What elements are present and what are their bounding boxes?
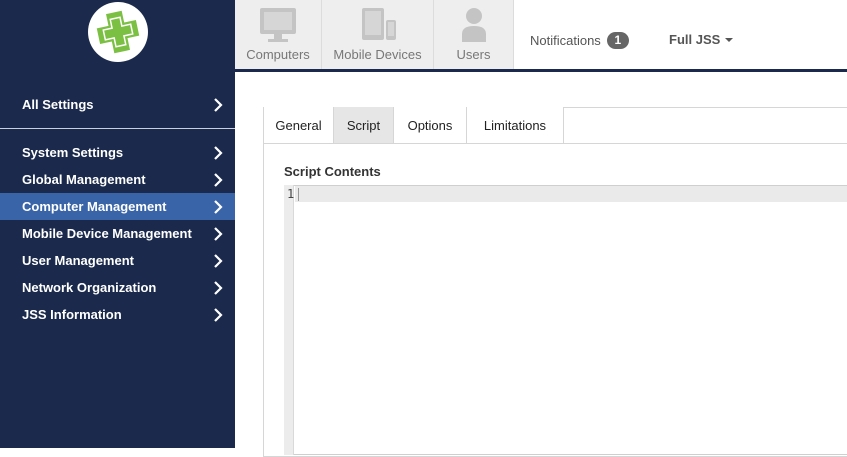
sidebar-item-network-organization[interactable]: Network Organization <box>0 274 235 301</box>
sidebar-item-label: Computer Management <box>22 199 167 214</box>
tab-label: Options <box>407 117 453 133</box>
tab-limitations[interactable]: Limitations <box>467 107 564 143</box>
editor-active-line <box>295 186 847 202</box>
nav-tile-computers[interactable]: Computers <box>235 0 322 69</box>
editor-gutter <box>284 185 294 455</box>
jamf-cross-logo-icon[interactable] <box>88 2 148 62</box>
script-contents-label: Script Contents <box>284 164 381 179</box>
sidebar-item-computer-management[interactable]: Computer Management <box>0 193 235 220</box>
tab-bar-divider <box>263 143 847 144</box>
mobile-devices-icon <box>361 8 396 40</box>
caret-down-icon <box>725 38 734 42</box>
tab-script[interactable]: Script <box>334 107 394 143</box>
sidebar-item-jss-information[interactable]: JSS Information <box>0 301 235 328</box>
sidebar-item-label: Mobile Device Management <box>22 226 192 241</box>
sidebar-divider <box>0 128 235 129</box>
nav-tile-mobile-devices[interactable]: Mobile Devices <box>322 0 434 69</box>
nav-tile-label: Mobile Devices <box>333 47 422 62</box>
account-dropdown[interactable]: Full JSS <box>669 32 734 47</box>
sidebar-item-all-settings[interactable]: All Settings <box>0 91 235 118</box>
script-editor[interactable] <box>284 185 847 455</box>
chevron-right-icon <box>214 145 223 160</box>
sidebar-item-label: Network Organization <box>22 280 157 295</box>
sidebar-item-system-settings[interactable]: System Settings <box>0 139 235 166</box>
notifications-label: Notifications <box>530 33 601 48</box>
sidebar-item-mobile-device-management[interactable]: Mobile Device Management <box>0 220 235 247</box>
tab-bar: General Script Options Limitations <box>263 107 564 144</box>
chevron-right-icon <box>214 307 223 322</box>
tab-label: General <box>275 117 322 133</box>
tab-label: Limitations <box>483 117 547 133</box>
nav-tile-label: Computers <box>246 47 310 62</box>
tab-label: Script <box>346 117 381 133</box>
sidebar-item-global-management[interactable]: Global Management <box>0 166 235 193</box>
tab-options[interactable]: Options <box>394 107 467 143</box>
sidebar-item-label: Global Management <box>22 172 146 187</box>
tab-general[interactable]: General <box>263 107 334 143</box>
sidebar: All Settings System Settings Global Mana… <box>0 0 235 448</box>
editor-text-cursor <box>298 188 299 201</box>
notifications-link[interactable]: Notifications 1 <box>530 32 629 49</box>
nav-tile-users[interactable]: Users <box>434 0 514 69</box>
notifications-count-badge: 1 <box>606 32 629 49</box>
sidebar-item-label: All Settings <box>22 97 94 112</box>
chevron-right-icon <box>214 199 223 214</box>
user-icon <box>461 8 486 42</box>
sidebar-item-user-management[interactable]: User Management <box>0 247 235 274</box>
sidebar-item-label: JSS Information <box>22 307 122 322</box>
chevron-right-icon <box>214 253 223 268</box>
chevron-right-icon <box>214 172 223 187</box>
chevron-right-icon <box>214 97 223 112</box>
editor-line-number: 1 <box>287 187 295 201</box>
chevron-right-icon <box>214 226 223 241</box>
chevron-right-icon <box>214 280 223 295</box>
nav-tile-label: Users <box>456 47 491 62</box>
sidebar-item-label: System Settings <box>22 145 124 160</box>
top-navigation-divider <box>235 69 847 72</box>
account-label: Full JSS <box>669 32 721 47</box>
sidebar-item-label: User Management <box>22 253 134 268</box>
monitor-icon <box>260 8 296 42</box>
